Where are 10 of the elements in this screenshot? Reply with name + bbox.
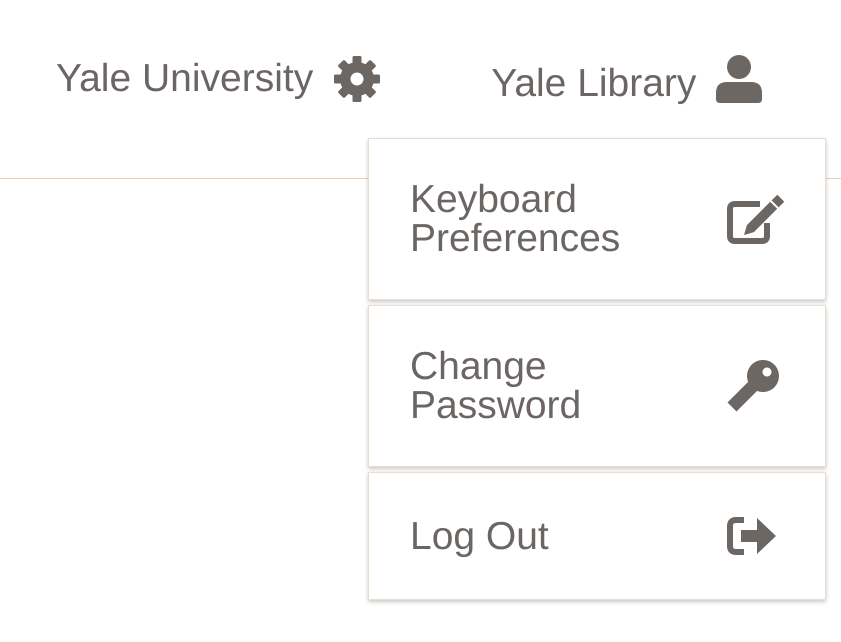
edit-icon	[727, 194, 785, 244]
menu-item[interactable]: Keyboard Preferences	[368, 138, 826, 300]
menu-item[interactable]: Change Password	[368, 305, 826, 467]
key-icon	[727, 360, 779, 412]
sign-out-icon	[727, 517, 777, 555]
gear-icon[interactable]	[333, 55, 382, 103]
institution-name: Yale University	[56, 56, 314, 102]
user-icon	[716, 55, 762, 103]
menu-item[interactable]: Log Out	[368, 472, 826, 600]
account-menu-button[interactable]: Yale Library	[491, 50, 762, 108]
